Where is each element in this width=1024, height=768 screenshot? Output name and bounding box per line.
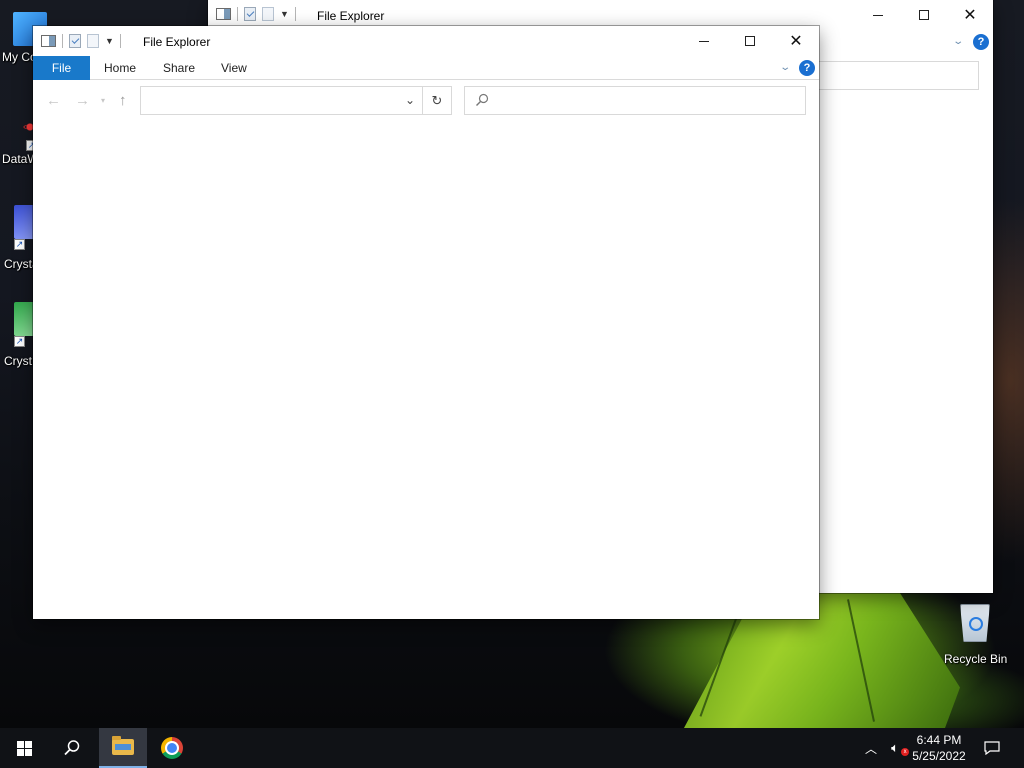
chevron-down-icon[interactable]: ⌄ (405, 93, 415, 107)
minimize-button[interactable] (681, 26, 727, 56)
quick-access-toolbar: ▼ (216, 7, 296, 21)
taskbar-file-explorer[interactable] (99, 728, 147, 768)
volume-button[interactable]: 🔈︎ x (884, 728, 910, 768)
tab-view[interactable]: View (221, 56, 247, 80)
shortcut-arrow-icon: ↗ (14, 239, 25, 250)
recycle-bin-icon (960, 604, 990, 642)
tab-share[interactable]: Share (163, 56, 195, 80)
desktop-icon-label: Recycle Bin (944, 652, 1008, 666)
content-pane[interactable] (33, 120, 819, 619)
separator (62, 34, 63, 48)
separator (237, 7, 238, 21)
checkmark-icon[interactable] (69, 34, 81, 48)
show-hidden-icons-button[interactable]: ︿ (860, 728, 882, 768)
quick-access-toolbar: ▼ (41, 34, 121, 48)
ribbon-expand-icon[interactable]: ⌄ (952, 36, 964, 47)
minimize-icon (873, 14, 883, 16)
properties-icon[interactable] (216, 8, 231, 20)
ribbon-expand-icon[interactable]: ⌄ (779, 62, 791, 73)
close-icon: ✕ (963, 5, 977, 24)
back-arrow-icon[interactable]: ← (46, 92, 61, 109)
title-bar[interactable]: ▼ File Explorer ✕ (33, 26, 819, 56)
separator (119, 34, 121, 48)
clock-date: 5/25/2022 (912, 749, 966, 763)
taskbar: ︿ 🔈︎ x 6:44 PM 5/25/2022 (0, 728, 1024, 768)
maximize-icon (919, 10, 929, 20)
close-button[interactable]: ✕ (773, 26, 819, 56)
caption-buttons: ✕ (681, 26, 819, 56)
start-button[interactable] (0, 728, 48, 768)
close-icon: ✕ (789, 31, 803, 50)
navigation-bar: ← → ▾ ↑ ⌄ ↻ (33, 80, 819, 120)
taskbar-clock[interactable]: 6:44 PM 5/25/2022 (904, 732, 974, 764)
checkmark-icon[interactable] (244, 7, 256, 21)
recycle-symbol-icon (969, 617, 983, 631)
close-button[interactable]: ✕ (947, 0, 993, 30)
window-title: File Explorer (143, 35, 211, 49)
clock-time: 6:44 PM (916, 733, 962, 747)
refresh-icon[interactable]: ↻ (422, 87, 451, 114)
properties-icon[interactable] (41, 35, 56, 47)
maximize-icon (745, 36, 755, 46)
chevron-down-icon[interactable]: ▼ (280, 9, 289, 19)
address-bar[interactable]: ⌄ ↻ (140, 86, 452, 115)
shortcut-arrow-icon: ↗ (14, 336, 25, 347)
window-title: File Explorer (317, 9, 385, 23)
new-folder-icon[interactable] (87, 34, 99, 48)
help-button[interactable]: ? (973, 34, 989, 50)
notification-icon (984, 741, 1000, 755)
maximize-button[interactable] (901, 0, 947, 30)
minimize-button[interactable] (855, 0, 901, 30)
forward-arrow-icon[interactable]: → (75, 92, 90, 109)
help-button[interactable]: ? (799, 60, 815, 76)
search-icon (475, 93, 489, 107)
file-explorer-window[interactable]: ▼ File Explorer ✕ File Home Share View ⌄… (33, 26, 819, 619)
chrome-icon (161, 737, 183, 759)
windows-logo-icon (16, 740, 32, 756)
up-arrow-icon[interactable]: ↑ (119, 92, 127, 109)
chevron-down-icon[interactable]: ▼ (105, 36, 114, 46)
separator (294, 7, 296, 21)
maximize-button[interactable] (727, 26, 773, 56)
ribbon: File Home Share View ⌄ ? (33, 56, 819, 80)
search-box[interactable] (808, 61, 979, 90)
file-explorer-icon (112, 736, 134, 755)
tab-file[interactable]: File (33, 56, 90, 80)
desktop-icon-recycle-bin[interactable]: Recycle Bin (944, 604, 1008, 666)
tab-home[interactable]: Home (104, 56, 136, 80)
search-input[interactable] (464, 86, 806, 115)
taskbar-chrome[interactable] (148, 728, 196, 768)
caption-buttons: ✕ (855, 0, 993, 30)
new-folder-icon[interactable] (262, 7, 274, 21)
search-icon (64, 740, 80, 756)
chevron-up-icon: ︿ (864, 741, 877, 756)
action-center-button[interactable] (980, 728, 1004, 768)
search-button[interactable] (48, 728, 96, 768)
speaker-muted-icon: 🔈︎ x (891, 740, 910, 756)
minimize-icon (699, 40, 709, 42)
recent-locations-chevron-icon[interactable]: ▾ (101, 96, 105, 105)
